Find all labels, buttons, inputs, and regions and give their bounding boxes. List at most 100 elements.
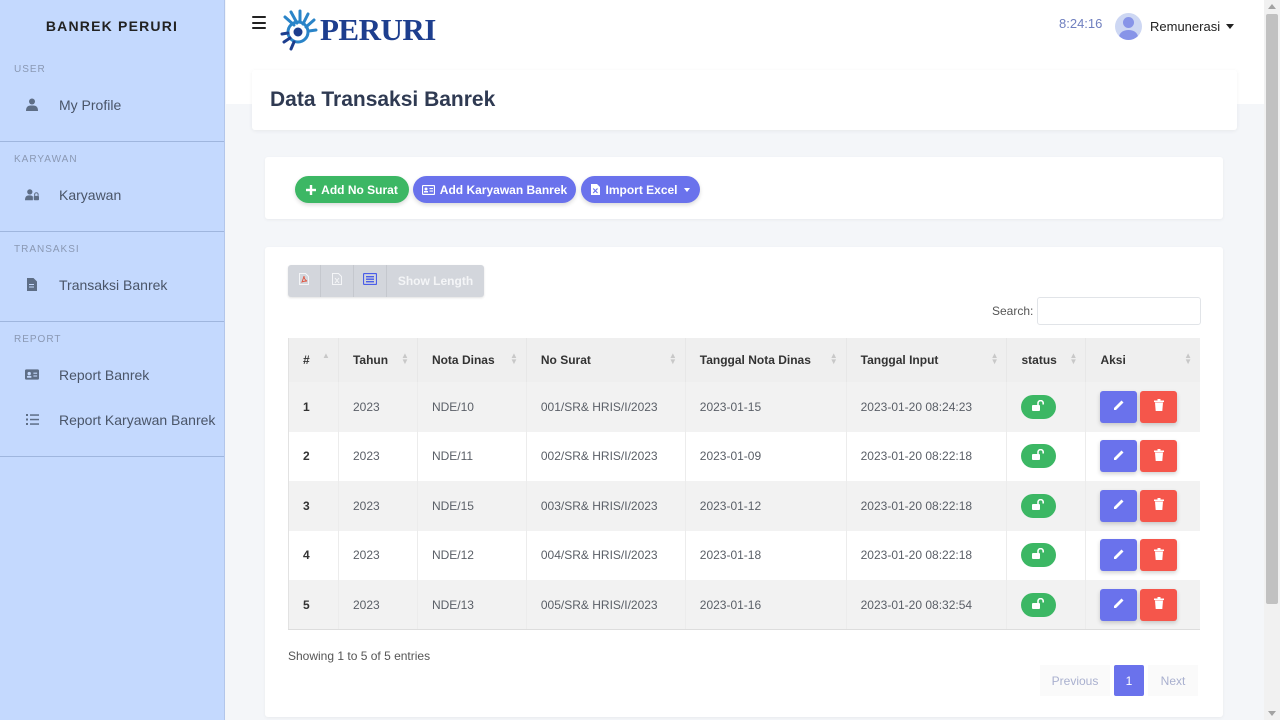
import-excel-button[interactable]: Import Excel — [581, 176, 700, 203]
avatar — [1115, 13, 1142, 40]
cell-no-surat: 004/SR& HRIS/I/2023 — [526, 530, 686, 580]
cell-no: 4 — [288, 530, 339, 580]
action-card: Add No Surat Add Karyawan Banrek Import … — [265, 157, 1223, 219]
column-header-tahun[interactable]: Tahun ▲ ▼ — [338, 338, 418, 382]
delete-button[interactable] — [1140, 539, 1178, 572]
pencil-icon — [1113, 548, 1125, 563]
edit-button[interactable] — [1100, 588, 1138, 621]
column-header-status[interactable]: status ▲ ▼ — [1006, 338, 1087, 382]
file-pdf-icon — [299, 272, 309, 290]
sort-icon: ▲ ▼ — [668, 351, 677, 366]
cell-tahun: 2023 — [338, 431, 418, 481]
search-input[interactable] — [1037, 297, 1201, 325]
delete-button[interactable] — [1140, 489, 1178, 522]
edit-button[interactable] — [1100, 390, 1138, 423]
scroll-down-icon[interactable] — [1268, 711, 1276, 716]
edit-button[interactable] — [1100, 440, 1138, 473]
sidebar-item-transaksi-banrek[interactable]: Transaksi Banrek — [0, 262, 224, 307]
caret-down-icon — [1226, 24, 1235, 29]
cell-aksi — [1085, 580, 1200, 630]
id-card-icon — [421, 184, 435, 195]
cell-no-surat: 003/SR& HRIS/I/2023 — [526, 481, 686, 531]
cell-tanggal-input: 2023-01-20 08:24:23 — [846, 382, 1008, 432]
column-header-aksi[interactable]: Aksi ▲ ▼ — [1085, 338, 1200, 382]
status-toggle-button[interactable] — [1021, 493, 1057, 518]
sidebar-section-report: REPORT Report Banrek Report Karyawan Ban… — [0, 322, 224, 457]
cell-nota-dinas: NDE/13 — [417, 580, 527, 630]
file-excel-icon — [591, 184, 601, 195]
cell-tanggal-input: 2023-01-20 08:22:18 — [846, 530, 1008, 580]
sort-asc-icon: ▲ — [322, 351, 330, 360]
edit-button[interactable] — [1100, 489, 1138, 522]
add-karyawan-banrek-button[interactable]: Add Karyawan Banrek — [413, 176, 576, 203]
button-label: Add No Surat — [321, 182, 398, 197]
column-header-tanggal-input[interactable]: Tanggal Input ▲ ▼ — [846, 338, 1008, 382]
sidebar-brand[interactable]: BANREK PERURI — [0, 0, 224, 52]
sidebar-item-report-banrek[interactable]: Report Banrek — [0, 352, 224, 397]
id-card-icon — [25, 368, 39, 382]
peruri-logo[interactable]: PERURI — [280, 8, 436, 52]
column-header-tanggal-nota-dinas[interactable]: Tanggal Nota Dinas ▲ ▼ — [685, 338, 847, 382]
table-row: 2 2023 NDE/11 002/SR& HRIS/I/2023 2023-0… — [288, 431, 1200, 481]
cell-tanggal-input: 2023-01-20 08:22:18 — [846, 431, 1008, 481]
add-no-surat-button[interactable]: Add No Surat — [295, 176, 409, 203]
cell-status — [1006, 530, 1087, 580]
cell-aksi — [1085, 481, 1200, 531]
user-menu[interactable]: Remunerasi — [1115, 13, 1235, 40]
status-toggle-button[interactable] — [1021, 394, 1057, 419]
sidebar-heading: KARYAWAN — [14, 154, 78, 165]
pencil-icon — [1113, 597, 1125, 612]
delete-button[interactable] — [1140, 390, 1178, 423]
export-pdf-button[interactable] — [288, 265, 321, 297]
table-row: 4 2023 NDE/12 004/SR& HRIS/I/2023 2023-0… — [288, 530, 1200, 580]
logo-text: PERURI — [320, 12, 436, 47]
trash-icon — [1153, 498, 1164, 513]
sort-icon: ▲ ▼ — [401, 351, 409, 366]
edit-button[interactable] — [1100, 539, 1138, 572]
column-header-nota-dinas[interactable]: Nota Dinas ▲ ▼ — [417, 338, 527, 382]
status-toggle-button[interactable] — [1021, 543, 1057, 568]
unlock-icon — [1032, 597, 1045, 612]
sidebar-item-karyawan[interactable]: Karyawan — [0, 172, 224, 217]
delete-button[interactable] — [1140, 588, 1178, 621]
menu-toggle-icon[interactable] — [252, 16, 266, 29]
print-button[interactable] — [354, 265, 387, 297]
cell-aksi — [1085, 431, 1200, 481]
trash-icon — [1153, 399, 1164, 414]
sidebar-item-label: Transaksi Banrek — [59, 276, 168, 293]
sidebar-heading: USER — [14, 64, 46, 75]
status-toggle-button[interactable] — [1021, 444, 1057, 469]
status-toggle-button[interactable] — [1021, 592, 1057, 617]
pagination-page[interactable]: 1 — [1114, 665, 1144, 696]
cell-no: 1 — [288, 382, 339, 432]
cell-no-surat: 001/SR& HRIS/I/2023 — [526, 382, 686, 432]
column-header-no-surat[interactable]: No Surat ▲ ▼ — [526, 338, 686, 382]
pagination: Previous 1 Next — [1040, 665, 1198, 696]
plus-icon — [306, 184, 317, 195]
sidebar-item-label: Karyawan — [59, 186, 122, 203]
clock: 8:24:16 — [1059, 16, 1103, 31]
sort-icon: ▲ ▼ — [1184, 351, 1192, 366]
list-icon — [25, 413, 39, 427]
trash-icon — [1153, 547, 1164, 563]
column-header-no[interactable]: # ▲ — [288, 338, 339, 382]
sidebar: BANREK PERURI USER My Profile KARYAWAN K… — [0, 0, 225, 720]
sidebar-item-report-karyawan-banrek[interactable]: Report Karyawan Banrek — [0, 397, 224, 442]
export-excel-button[interactable] — [321, 265, 354, 297]
cell-nota-dinas: NDE/15 — [417, 481, 527, 531]
button-label: Add Karyawan Banrek — [439, 182, 568, 197]
page-scrollbar[interactable] — [1264, 0, 1280, 720]
show-length-button[interactable]: Show Length — [387, 265, 484, 297]
scrollbar-thumb[interactable] — [1266, 14, 1278, 604]
trash-icon — [1153, 597, 1164, 612]
sort-icon: ▲ ▼ — [1069, 351, 1078, 366]
sidebar-item-my-profile[interactable]: My Profile — [0, 82, 224, 127]
table-row: 5 2023 NDE/13 005/SR& HRIS/I/2023 2023-0… — [288, 580, 1200, 630]
pagination-next[interactable]: Next — [1148, 665, 1198, 696]
cell-tanggal-input: 2023-01-20 08:22:18 — [846, 481, 1008, 531]
sidebar-section-transaksi: TRANSAKSI Transaksi Banrek — [0, 232, 224, 322]
pagination-previous[interactable]: Previous — [1040, 665, 1110, 696]
scroll-up-icon[interactable] — [1268, 4, 1276, 9]
delete-button[interactable] — [1140, 440, 1178, 473]
file-excel-icon — [332, 272, 342, 290]
